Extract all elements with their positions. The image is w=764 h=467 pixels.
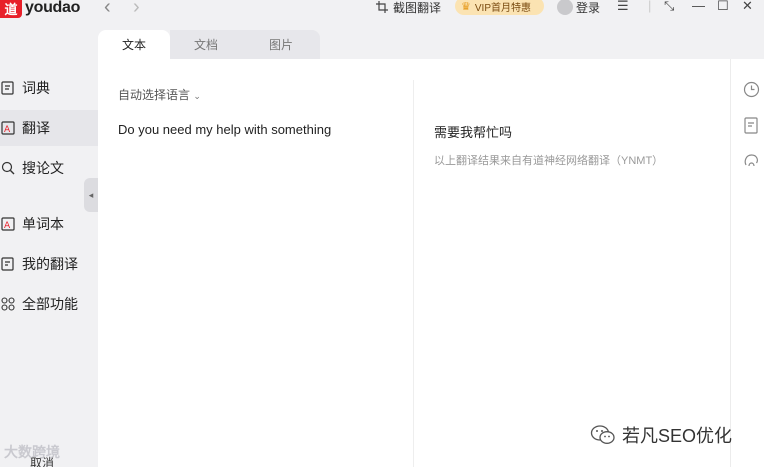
- wechat-icon: [590, 425, 615, 444]
- logo-mark: 道: [0, 0, 22, 18]
- sidebar-item-translate[interactable]: A 翻译: [0, 110, 98, 146]
- avatar-icon: [557, 0, 573, 15]
- login-label: 登录: [576, 0, 601, 15]
- sidebar-item-dictionary[interactable]: 词典: [0, 70, 98, 106]
- sidebar-item-label: 搜论文: [22, 160, 64, 176]
- sidebar-item-my-translation[interactable]: 我的翻译: [0, 246, 98, 282]
- sidebar-item-label: 我的翻译: [22, 256, 78, 272]
- watermark-left: 大数跨境: [4, 444, 60, 460]
- sidebar-item-label: 翻译: [22, 120, 50, 136]
- sidebar-item-paper-search[interactable]: 搜论文: [0, 150, 98, 186]
- crop-icon: [376, 1, 388, 13]
- shrink-icon[interactable]: ⤡: [664, 0, 674, 14]
- feedback-icon[interactable]: [742, 151, 760, 169]
- vip-promo-label: VIP首月特惠: [474, 2, 531, 14]
- all-features-icon: [0, 296, 16, 312]
- close-icon[interactable]: ✕: [742, 0, 753, 14]
- translation-panel: [98, 59, 730, 467]
- sidebar-item-label: 全部功能: [22, 296, 78, 312]
- svg-text:A: A: [4, 221, 11, 231]
- sidebar-item-label: 单词本: [22, 216, 64, 232]
- back-arrow-icon[interactable]: ‹: [104, 0, 111, 19]
- watermark-right: 若凡SEO优化: [590, 422, 732, 448]
- source-text-input[interactable]: Do you need my help with something: [118, 122, 331, 137]
- logo-text: youdao: [25, 0, 81, 16]
- chevron-down-icon: ⌄: [193, 91, 201, 101]
- history-icon[interactable]: [742, 80, 760, 98]
- tab-image[interactable]: 图片: [242, 30, 320, 59]
- login-button[interactable]: 登录: [557, 0, 600, 16]
- tab-text[interactable]: 文本: [98, 30, 170, 59]
- language-select-label: 自动选择语言: [118, 88, 191, 102]
- youdao-logo: 道 youdao: [0, 0, 80, 19]
- panel-divider: [413, 80, 414, 467]
- separator: |: [648, 0, 652, 13]
- translate-icon: A: [0, 120, 16, 136]
- engine-note: 以上翻译结果来自有道神经网络翻译（YNMT）: [434, 155, 664, 167]
- note-icon[interactable]: [742, 116, 760, 134]
- sidebar-item-all-features[interactable]: 全部功能: [0, 286, 98, 322]
- tab-document[interactable]: 文档: [170, 30, 242, 59]
- svg-text:A: A: [4, 125, 11, 135]
- watermark-right-label: 若凡SEO优化: [622, 426, 733, 446]
- sidebar-item-label: 词典: [22, 80, 50, 96]
- translation-output: 需要我帮忙吗: [434, 125, 513, 140]
- menu-icon[interactable]: ☰: [617, 0, 629, 14]
- sidebar-item-wordbook[interactable]: A 单词本: [0, 206, 98, 242]
- dictionary-icon: [0, 80, 16, 96]
- screenshot-translate-label: 截图翻译: [393, 0, 442, 15]
- vip-promo-button[interactable]: ♛ VIP首月特惠: [455, 0, 544, 15]
- my-translation-icon: [0, 256, 16, 272]
- paper-search-icon: [0, 160, 16, 176]
- language-select[interactable]: 自动选择语言 ⌄: [118, 86, 201, 103]
- title-bar: 道 youdao ‹ › 截图翻译 ♛ VIP首月特惠 登录 ☰ | ⤡ — ☐…: [0, 0, 764, 30]
- wordbook-icon: A: [0, 216, 16, 232]
- forward-arrow-icon[interactable]: ›: [133, 0, 140, 19]
- maximize-icon[interactable]: ☐: [717, 0, 729, 14]
- crown-icon: ♛: [461, 0, 471, 13]
- minimize-icon[interactable]: —: [692, 0, 705, 13]
- screenshot-translate-button[interactable]: 截图翻译: [376, 0, 442, 15]
